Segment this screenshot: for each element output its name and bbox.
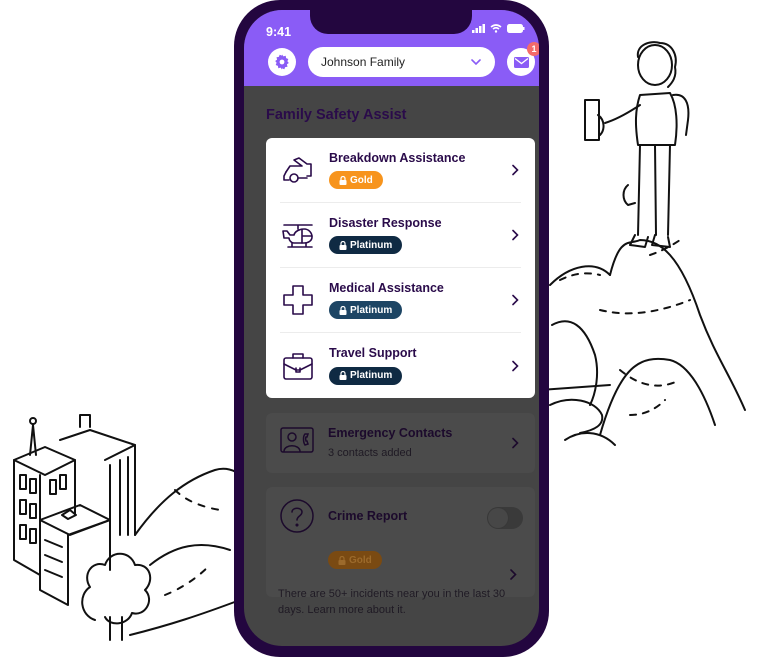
lock-icon: [338, 555, 346, 565]
service-title: Travel Support: [329, 346, 417, 361]
tier-badge-gold: Gold: [328, 551, 382, 569]
service-title: Disaster Response: [329, 215, 442, 230]
chevron-right-icon: [512, 229, 519, 241]
service-title: Breakdown Assistance: [329, 150, 466, 165]
emergency-contacts-subtitle: 3 contacts added: [328, 447, 412, 459]
helicopter-icon: [282, 224, 313, 248]
crime-report-card: Crime Report Gold: [266, 487, 535, 597]
mail-icon: [513, 56, 529, 68]
phone-screen: 9:41 Johnson Family 1 Family Safety Assi…: [244, 10, 539, 646]
chevron-down-icon: [471, 59, 481, 65]
app-header: 9:41 Johnson Family 1: [244, 10, 539, 86]
toggle-knob: [488, 508, 508, 528]
phone-frame: 9:41 Johnson Family 1 Family Safety Assi…: [234, 0, 549, 657]
city-illustration: [13, 414, 241, 641]
battery-icon: [507, 24, 525, 33]
chevron-right-icon: [512, 360, 519, 371]
contact-card-icon: [280, 427, 314, 453]
service-title: Medical Assistance: [329, 280, 444, 295]
service-row-breakdown[interactable]: Breakdown Assistance Gold: [280, 138, 521, 203]
tier-badge-platinum: Platinum: [329, 236, 403, 255]
status-time: 9:41: [266, 25, 292, 39]
hiker-illustration: [540, 41, 746, 446]
crime-report-title: Crime Report: [328, 509, 408, 523]
gear-icon: [275, 54, 289, 70]
tier-badge-gold: Gold: [329, 171, 383, 190]
emergency-contacts-title: Emergency Contacts: [328, 426, 453, 440]
chevron-right-icon: [512, 437, 519, 449]
family-selector-value: Johnson Family: [321, 55, 406, 69]
notification-badge: 1: [527, 42, 539, 56]
incidents-note[interactable]: There are 50+ incidents near you in the …: [278, 586, 508, 618]
notch: [310, 10, 472, 34]
inbox-button[interactable]: 1: [507, 42, 539, 76]
tier-badge-platinum: Platinum: [329, 366, 403, 385]
crime-report-toggle[interactable]: [487, 507, 523, 529]
service-row-medical[interactable]: Medical Assistance Platinum: [280, 268, 521, 333]
chevron-right-icon[interactable]: [510, 569, 517, 580]
settings-button[interactable]: [268, 48, 296, 76]
services-card: Breakdown Assistance Gold Disaster Respo…: [266, 138, 535, 398]
chevron-right-icon: [512, 164, 519, 176]
signal-icon: [472, 24, 485, 33]
medical-cross-icon: [283, 285, 313, 315]
tier-badge-platinum: Platinum: [329, 301, 403, 320]
car-breakdown-icon: [283, 157, 312, 183]
service-row-travel[interactable]: Travel Support Platinum: [280, 333, 521, 398]
status-icons: [472, 24, 525, 33]
emergency-contacts-card[interactable]: Emergency Contacts 3 contacts added: [266, 413, 535, 473]
wifi-icon: [490, 24, 502, 33]
section-title: Family Safety Assist: [266, 107, 407, 123]
lock-icon: [339, 305, 347, 315]
briefcase-icon: [283, 352, 313, 380]
service-row-disaster[interactable]: Disaster Response Platinum: [280, 203, 521, 268]
family-selector[interactable]: Johnson Family: [308, 47, 495, 77]
lock-icon: [339, 371, 347, 381]
question-circle-icon: [280, 499, 314, 533]
lock-icon: [339, 240, 347, 250]
lock-icon: [339, 175, 347, 185]
chevron-right-icon: [512, 294, 519, 306]
